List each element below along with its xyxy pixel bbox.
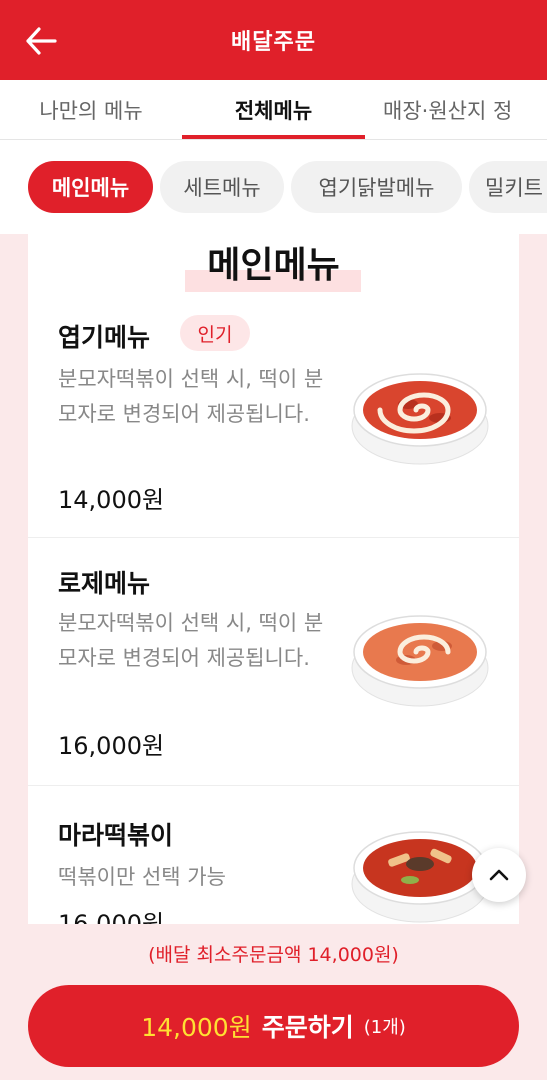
food-image: [351, 831, 489, 923]
section-title: 메인메뉴: [207, 245, 340, 286]
page-title: 배달주문: [231, 30, 316, 55]
menu-item[interactable]: 마라떡볶이 떡볶이만 선택 가능 16,000원: [28, 786, 519, 934]
menu-item-desc: 분모자떡볶이 선택 시, 떡이 분모자로 변경되어 제공됩니다.: [58, 367, 324, 426]
tab-my-menu[interactable]: 나만의 메뉴: [0, 80, 182, 139]
menu-item-price: 16,000원: [58, 732, 165, 760]
tab-all-menu[interactable]: 전체메뉴: [182, 80, 365, 139]
menu-list: 메인메뉴 엽기메뉴 인기 분모자떡볶이 선택 시, 떡이 분모자로 변경되어 제…: [28, 234, 519, 934]
scroll-top-button[interactable]: [472, 848, 526, 902]
active-tab-indicator: [182, 135, 365, 139]
order-bar: (배달 최소주문금액 14,000원) 14,000원 주문하기 (1개): [0, 924, 547, 1080]
section-header: 메인메뉴: [28, 234, 519, 294]
tab-store-origin[interactable]: 매장·원산지 정: [365, 80, 547, 139]
category-chips: 메인메뉴 세트메뉴 엽기닭발메뉴 밀키트: [0, 140, 547, 234]
chip-main-menu[interactable]: 메인메뉴: [28, 161, 153, 213]
menu-item[interactable]: 엽기메뉴 인기 분모자떡볶이 선택 시, 떡이 분모자로 변경되어 제공됩니다.…: [28, 294, 519, 538]
menu-item-desc: 떡볶이만 선택 가능: [58, 865, 226, 889]
tab-bar: 나만의 메뉴 전체메뉴 매장·원산지 정: [0, 80, 547, 140]
chip-set-menu[interactable]: 세트메뉴: [160, 161, 284, 213]
min-order-notice: (배달 최소주문금액 14,000원): [148, 944, 399, 966]
chip-meal-kit[interactable]: 밀키트: [469, 161, 547, 213]
food-image: [351, 373, 489, 465]
popular-badge: 인기: [180, 315, 250, 351]
chevron-up-icon: [489, 869, 509, 881]
order-item-count: (1개): [363, 1017, 406, 1038]
arrow-left-icon: [26, 27, 57, 55]
app-header: 배달주문: [0, 0, 547, 80]
back-button[interactable]: [22, 22, 60, 60]
menu-item-name: 엽기메뉴: [58, 323, 151, 352]
order-total-price: 14,000원: [141, 1013, 252, 1042]
menu-item-name: 마라떡볶이: [58, 821, 174, 850]
food-image: [351, 615, 489, 707]
menu-item[interactable]: 로제메뉴 분모자떡볶이 선택 시, 떡이 분모자로 변경되어 제공됩니다. 16…: [28, 538, 519, 786]
order-button[interactable]: 14,000원 주문하기 (1개): [28, 985, 519, 1067]
order-button-label: 주문하기: [261, 1013, 354, 1042]
chip-chicken-feet-menu[interactable]: 엽기닭발메뉴: [291, 161, 462, 213]
menu-item-name: 로제메뉴: [58, 569, 151, 598]
menu-item-desc: 분모자떡볶이 선택 시, 떡이 분모자로 변경되어 제공됩니다.: [58, 611, 324, 670]
menu-item-price: 14,000원: [58, 486, 165, 514]
